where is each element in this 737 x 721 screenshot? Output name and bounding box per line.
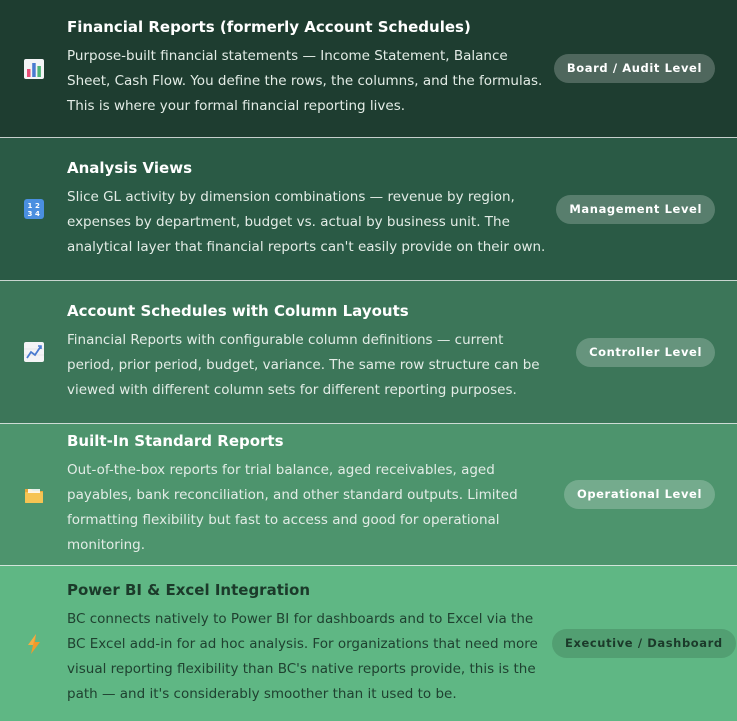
folder-icon <box>24 488 43 503</box>
report-row-financial-reports: Financial Reports (formerly Account Sche… <box>0 0 737 138</box>
report-content: Account Schedules with Column Layouts Fi… <box>67 281 552 423</box>
report-title: Power BI & Excel Integration <box>67 580 310 599</box>
icon-container: 1 2 3 4 <box>0 198 67 220</box>
icon-container <box>0 633 67 655</box>
trending-up-chart-icon <box>23 342 44 362</box>
report-content: Power BI & Excel Integration BC connects… <box>67 566 552 721</box>
report-title: Financial Reports (formerly Account Sche… <box>67 18 471 36</box>
badge-container: Management Level <box>552 194 737 224</box>
level-badge: Management Level <box>556 194 715 224</box>
report-description: Slice GL activity by dimension combinati… <box>67 188 546 255</box>
report-types-list: Financial Reports (formerly Account Sche… <box>0 0 737 721</box>
icon-container <box>0 58 67 80</box>
report-description: BC connects natively to Power BI for das… <box>67 610 538 702</box>
report-content: Analysis Views Slice GL activity by dime… <box>67 138 552 280</box>
svg-text:4: 4 <box>35 210 40 218</box>
report-content: Financial Reports (formerly Account Sche… <box>67 0 552 137</box>
icon-container <box>0 341 67 363</box>
report-row-power-bi-excel: Power BI & Excel Integration BC connects… <box>0 566 737 721</box>
level-badge: Controller Level <box>576 337 715 367</box>
level-badge: Board / Audit Level <box>553 54 715 83</box>
numbers-icon: 1 2 3 4 <box>23 199 44 219</box>
badge-container: Controller Level <box>552 337 737 367</box>
lightning-icon <box>27 633 40 654</box>
level-badge: Executive / Dashboard <box>552 629 736 658</box>
badge-container: Executive / Dashboard <box>552 629 737 658</box>
report-row-standard-reports: Built-In Standard Reports Out-of-the-box… <box>0 424 737 566</box>
report-description: Financial Reports with configurable colu… <box>67 331 540 398</box>
bar-chart-icon <box>23 58 44 79</box>
report-title: Built-In Standard Reports <box>67 431 284 450</box>
report-title: Account Schedules with Column Layouts <box>67 301 409 320</box>
report-content: Built-In Standard Reports Out-of-the-box… <box>67 424 552 565</box>
level-badge: Operational Level <box>563 480 715 509</box>
report-row-analysis-views: 1 2 3 4 Analysis Views Slice GL activity… <box>0 138 737 281</box>
report-description: Out-of-the-box reports for trial balance… <box>67 461 518 553</box>
badge-container: Board / Audit Level <box>552 54 737 83</box>
report-row-account-schedules: Account Schedules with Column Layouts Fi… <box>0 281 737 424</box>
svg-text:2: 2 <box>35 202 40 210</box>
report-title: Analysis Views <box>67 158 192 177</box>
badge-container: Operational Level <box>552 480 737 509</box>
svg-text:3: 3 <box>27 210 32 218</box>
report-description: Purpose-built financial statements — Inc… <box>67 48 543 114</box>
icon-container <box>0 484 67 506</box>
svg-text:1: 1 <box>27 202 32 210</box>
